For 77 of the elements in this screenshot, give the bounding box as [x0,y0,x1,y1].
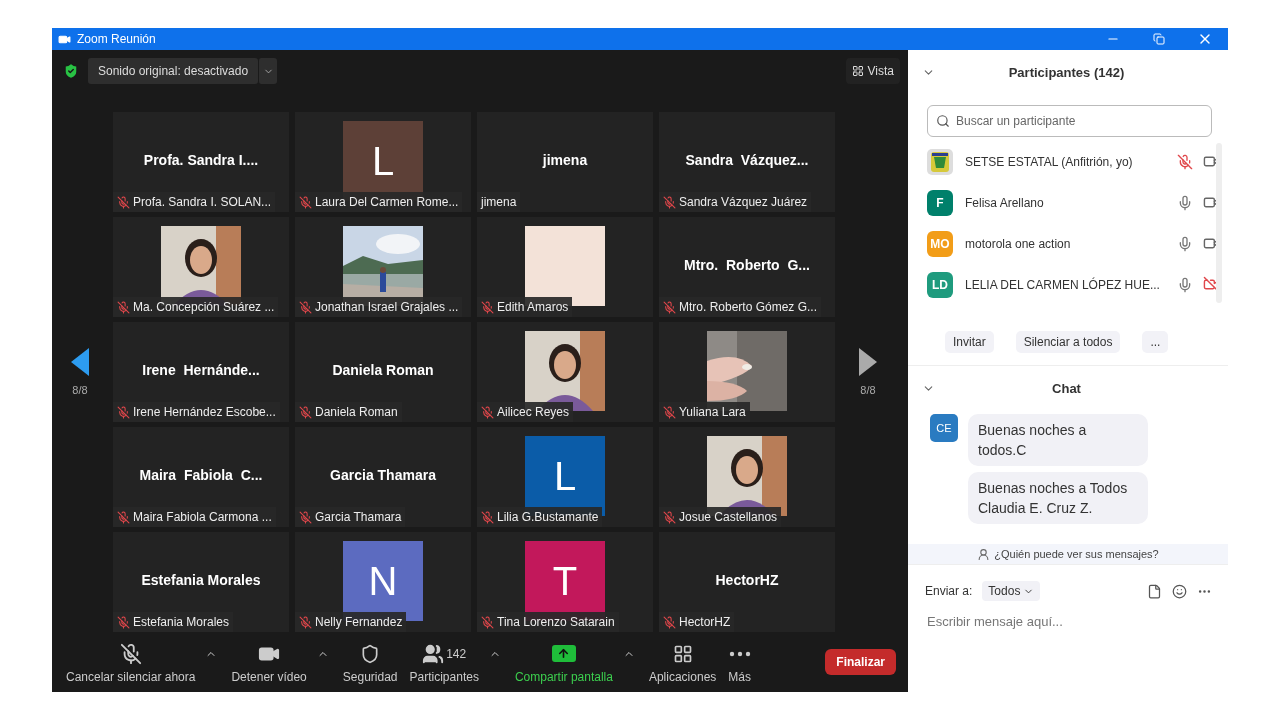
name-label: HectorHZ [659,612,735,632]
initials-avatar: MO [927,230,953,257]
panel-title: Chat [1051,381,1082,396]
mic-icon[interactable] [1177,194,1193,211]
participant-name: SETSE ESTATAL (Anfitrión, yo) [965,154,1134,169]
muted-mic-icon[interactable] [1177,153,1193,170]
emoji-icon[interactable] [1172,583,1187,599]
participant-name: Felisa Arellano [965,195,1045,210]
end-meeting-button[interactable]: Finalizar [825,649,896,675]
toolbar-button[interactable]: Aplicaciones [642,640,723,684]
window-title: Zoom Reunión [77,32,157,46]
name-label: Yuliana Lara [659,402,750,422]
name-label: Josue Castellanos [659,507,782,527]
toolbar-button[interactable]: Más [722,640,757,684]
original-sound-button[interactable]: Sonido original: desactivado [88,58,259,84]
grid-icon [851,65,864,77]
muted-mic-icon [119,642,142,665]
initials-avatar: F [927,189,953,216]
panel-button[interactable]: ... [1142,331,1169,353]
view-button[interactable]: Vista [845,58,900,84]
participant-name: Maira Fabiola C... [139,467,263,483]
page-counter: 8/8 [72,384,88,396]
sender-avatar: CE [930,414,958,442]
search-field[interactable]: Buscar un participante [927,105,1212,137]
mic-icon[interactable] [1177,276,1193,293]
toolbar-button[interactable]: Seguridad [336,640,404,684]
participant-name: Irene Hernánde... [142,362,260,378]
name-label: Sandra Vázquez Juárez [659,192,812,212]
participant-name: Mtro. Roberto G... [684,257,810,273]
chat-message: Buenas noches a Todos Claudia E. Cruz Z. [968,472,1148,524]
participant-count: 142 [446,646,467,661]
participant-name: LELIA DEL CARMEN LÓPEZ HUE... [965,277,1161,292]
participant-name: jimena [542,152,588,168]
panel-button[interactable]: Invitar [945,331,994,353]
participant-name: Garcia Thamara [330,467,436,483]
name-label: Profa. Sandra I. SOLAN... [113,192,276,212]
shield-icon [360,643,381,664]
previous-page-arrow[interactable] [71,348,89,376]
participant-name: Estefania Morales [141,572,261,588]
name-label: Garcia Thamara [295,507,406,527]
participant-name: motorola one action [965,236,1072,251]
search-icon [936,114,950,128]
name-label: Ailicec Reyes [477,402,574,422]
name-label: Irene Hernández Escobe... [113,402,280,422]
name-label: Mtro. Roberto Gómez G... [659,297,822,317]
toolbar-button[interactable]: Detener vídeo [225,640,313,684]
more-icon [728,650,751,657]
people-icon [422,642,445,665]
recipient-dropdown[interactable]: Todos [982,581,1041,601]
name-label: Ma. Concepción Suárez ... [113,297,279,317]
panel-title: Participantes (142) [1007,65,1126,80]
name-label: Maira Fabiola Carmona ... [113,507,276,527]
name-label: jimena [477,192,521,212]
user-icon [977,547,991,561]
participant-name: HectorHZ [715,572,779,588]
initials-avatar: LD [927,271,953,298]
panel-button[interactable]: Silenciar a todos [1015,331,1121,353]
name-label: Edith Amaros [477,297,573,317]
toolbar-button[interactable]: 142 Participantes [403,640,485,684]
apps-icon [672,643,693,664]
next-page-arrow[interactable] [859,348,877,376]
participant-name: Profa. Sandra I.... [143,152,259,168]
participant-name: Daniela Roman [332,362,434,378]
name-label: Estefania Morales [113,612,234,632]
toolbar-button[interactable]: Compartir pantalla [508,640,619,684]
name-label: Jonathan Israel Grajales ... [295,297,463,317]
file-icon[interactable] [1147,583,1162,599]
send-to-label: Enviar a: [925,584,973,598]
restore-icon[interactable] [1153,33,1165,45]
share-screen-icon [551,645,576,662]
page-counter: 8/8 [860,384,876,396]
name-label: Daniela Roman [295,402,402,422]
mic-icon[interactable] [1177,235,1193,252]
participant-name: Sandra Vázquez... [685,152,809,168]
security-shield-icon[interactable] [62,62,80,80]
toolbar-button[interactable]: Cancelar silenciar ahora [60,640,202,684]
chat-message: Buenas noches a todos.C [968,414,1148,466]
